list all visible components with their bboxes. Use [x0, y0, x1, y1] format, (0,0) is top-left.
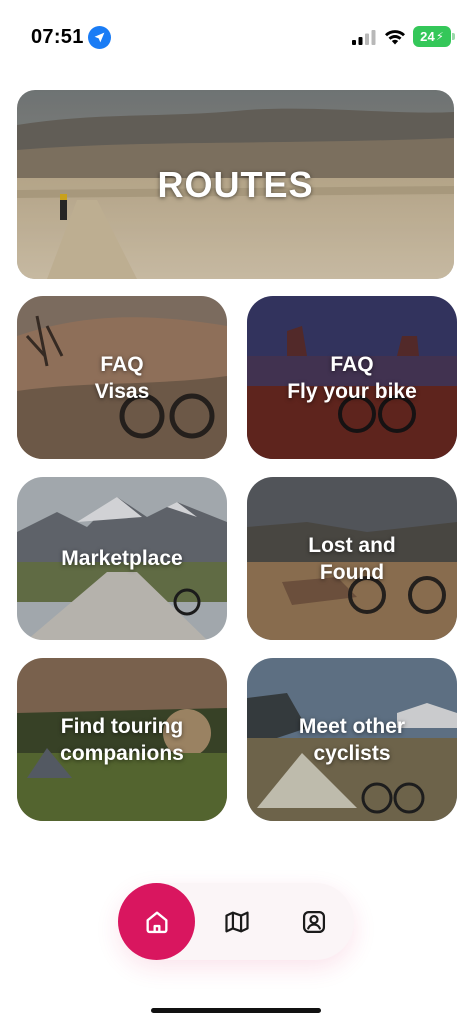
battery-level: 24: [420, 29, 435, 44]
charging-bolt-icon: ⚡: [435, 31, 444, 43]
nav-home-button[interactable]: [118, 883, 195, 960]
faq-visas-card[interactable]: FAQ Visas: [17, 296, 227, 459]
status-time: 07:51: [31, 26, 84, 48]
marketplace-card[interactable]: Marketplace: [17, 477, 227, 640]
routes-label: ROUTES: [157, 163, 314, 205]
status-bar: 07:51 24 ⚡: [0, 0, 471, 70]
find-touring-companions-card[interactable]: Find touring companions: [17, 658, 227, 821]
faq-fly-your-bike-card[interactable]: FAQ Fly your bike: [247, 296, 457, 459]
faq-visas-label: FAQ Visas: [94, 352, 150, 403]
lost-and-found-label: Lost and Found: [308, 533, 396, 584]
lost-and-found-card[interactable]: Lost and Found: [247, 477, 457, 640]
home-indicator: [151, 1008, 321, 1013]
routes-card[interactable]: ROUTES: [17, 90, 454, 279]
faq-fly-your-bike-label: FAQ Fly your bike: [287, 352, 417, 403]
location-arrow-icon: [88, 26, 111, 49]
wifi-icon: [385, 30, 405, 45]
nav-map-button[interactable]: [198, 883, 275, 960]
battery-indicator: 24 ⚡: [413, 26, 455, 47]
cellular-signal-icon: [352, 30, 376, 45]
profile-icon: [302, 910, 325, 933]
map-icon: [224, 911, 249, 932]
marketplace-label: Marketplace: [61, 547, 183, 570]
find-touring-companions-label: Find touring companions: [60, 714, 184, 765]
meet-other-cyclists-label: Meet other cyclists: [298, 714, 406, 765]
home-icon: [146, 911, 167, 933]
meet-other-cyclists-card[interactable]: Meet other cyclists: [247, 658, 457, 821]
nav-profile-button[interactable]: [275, 883, 352, 960]
bottom-navigation: [118, 883, 354, 960]
